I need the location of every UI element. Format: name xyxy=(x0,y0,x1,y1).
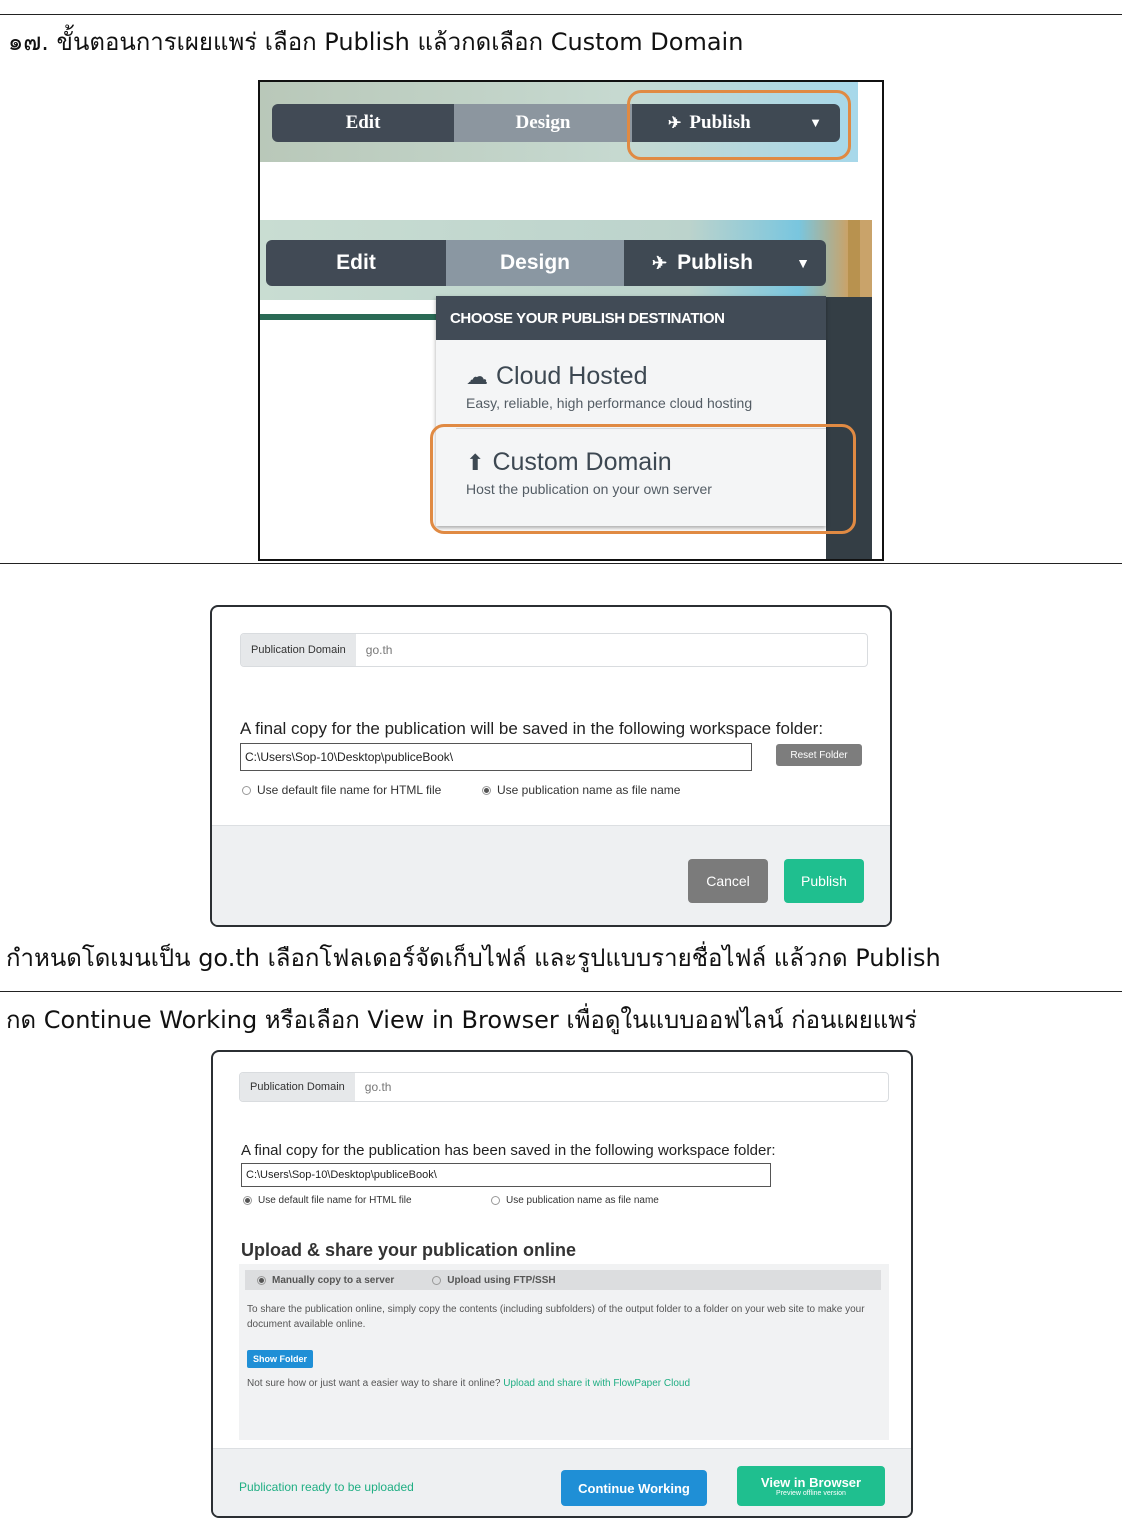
view-in-browser-label: View in Browser xyxy=(760,1475,862,1490)
section-rule xyxy=(0,563,1122,564)
edit-tab-2[interactable]: Edit xyxy=(266,240,446,286)
radio-button[interactable] xyxy=(482,785,491,795)
publish-highlight xyxy=(627,90,851,160)
radio-button[interactable] xyxy=(257,1275,266,1285)
edit-tab[interactable]: Edit xyxy=(272,104,454,142)
domain-field: Publication Domain go.th xyxy=(240,633,868,667)
domain-label: Publication Domain xyxy=(240,1073,355,1101)
accent-strip xyxy=(260,314,438,320)
radio-button[interactable] xyxy=(432,1275,442,1285)
reset-folder-button[interactable]: Reset Folder xyxy=(776,744,862,766)
cloud-hosted-option[interactable]: ☁ Cloud Hosted Easy, reliable, high perf… xyxy=(436,362,826,411)
tab-ftp-upload[interactable]: Upload using FTP/SSH xyxy=(447,1275,555,1286)
filename-option-pubname[interactable]: Use publication name as file name xyxy=(491,1195,659,1206)
flowpaper-cloud-link[interactable]: Upload and share it with FlowPaper Cloud xyxy=(503,1378,690,1389)
section-rule-2 xyxy=(0,991,1122,992)
upload-method-tabs: Manually copy to a server Upload using F… xyxy=(245,1270,881,1290)
design-tab-2[interactable]: Design xyxy=(446,240,624,286)
caption-continue: กด Continue Working หรือเลือก View in Br… xyxy=(6,1006,917,1034)
show-folder-button[interactable]: Show Folder xyxy=(247,1350,313,1368)
option-title: Cloud Hosted xyxy=(496,362,648,390)
share-instructions: To share the publication online, simply … xyxy=(247,1304,865,1330)
view-in-browser-button[interactable]: View in Browser Preview offline version xyxy=(737,1466,885,1506)
design-tab[interactable]: Design xyxy=(454,104,632,142)
continue-working-button[interactable]: Continue Working xyxy=(561,1470,707,1506)
radio-label: Use publication name as file name xyxy=(506,1195,659,1206)
tab-manual-copy[interactable]: Manually copy to a server xyxy=(272,1275,394,1286)
folder-description: A final copy for the publication has bee… xyxy=(241,1142,776,1159)
folder-description: A final copy for the publication will be… xyxy=(240,719,824,738)
not-sure-text: Not sure how or just want a easier way t… xyxy=(247,1378,501,1389)
radio-button[interactable] xyxy=(243,1196,252,1205)
caption-domain: กำหนดโดเมนเป็น go.th เลือกโฟลเดอร์จัดเก็… xyxy=(6,944,941,972)
upload-panel: Manually copy to a server Upload using F… xyxy=(239,1264,889,1440)
publish-tab-label-2: Publish xyxy=(677,251,753,274)
radio-label: Use default file name for HTML file xyxy=(258,1195,412,1206)
radio-label: Use publication name as file name xyxy=(497,783,681,797)
cancel-button[interactable]: Cancel xyxy=(688,859,768,903)
domain-field: Publication Domain go.th xyxy=(239,1072,889,1102)
publish-settings-dialog: Publication Domain go.th A final copy fo… xyxy=(210,605,892,927)
top-rule xyxy=(0,14,1122,15)
cloud-share-note: Not sure how or just want a easier way t… xyxy=(247,1378,690,1389)
filename-option-default[interactable]: Use default file name for HTML file xyxy=(243,1195,412,1206)
domain-input[interactable]: go.th xyxy=(355,1073,392,1101)
folder-path-input[interactable]: C:\Users\Sop-10\Desktop\publiceBook\ xyxy=(241,1163,771,1187)
filename-option-pubname[interactable]: Use publication name as file name xyxy=(482,783,680,797)
chevron-down-icon: ▼ xyxy=(796,255,810,271)
radio-label: Use default file name for HTML file xyxy=(257,783,442,797)
dropdown-header: CHOOSE YOUR PUBLISH DESTINATION xyxy=(436,296,826,340)
rocket-icon: ✈ xyxy=(652,252,668,273)
upload-heading: Upload & share your publication online xyxy=(241,1240,577,1260)
domain-input[interactable]: go.th xyxy=(356,634,393,666)
filename-option-default[interactable]: Use default file name for HTML file xyxy=(242,783,441,797)
step-heading: ๑๗. ขั้นตอนการเผยแพร่ เลือก Publish แล้ว… xyxy=(8,28,744,56)
radio-button[interactable] xyxy=(242,785,251,795)
domain-label: Publication Domain xyxy=(241,634,356,666)
menu-bar-expanded: Edit Design ✈ Publish ▼ xyxy=(266,240,826,286)
radio-button[interactable] xyxy=(491,1196,500,1205)
status-text: Publication ready to be uploaded xyxy=(239,1480,414,1494)
publish-tab-2[interactable]: ✈ Publish ▼ xyxy=(624,240,826,286)
publish-button[interactable]: Publish xyxy=(784,859,864,903)
publish-menu-screenshot: Edit Design ✈ Publish ▼ Edit Design ✈ Pu… xyxy=(258,80,884,561)
publish-complete-dialog: Publication Domain go.th A final copy fo… xyxy=(211,1050,913,1518)
view-in-browser-sub: Preview offline version xyxy=(776,1490,846,1497)
option-subtitle: Easy, reliable, high performance cloud h… xyxy=(466,395,753,411)
cloud-icon: ☁ xyxy=(466,363,488,389)
folder-path-input[interactable]: C:\Users\Sop-10\Desktop\publiceBook\ xyxy=(240,743,752,771)
custom-domain-highlight xyxy=(430,424,856,534)
